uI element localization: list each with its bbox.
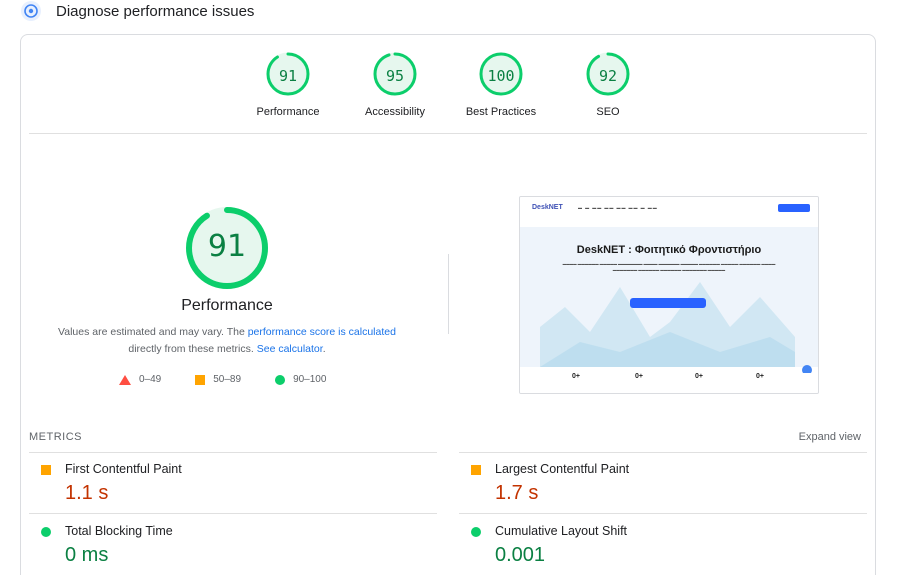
metric-name: Largest Contentful Paint xyxy=(495,462,630,476)
gauge-best-practices[interactable]: 100 Best Practices xyxy=(451,51,551,118)
metric-value: 0 ms xyxy=(65,544,109,566)
screenshot-stat: 0+ xyxy=(572,373,580,380)
expand-view-button[interactable]: Expand view xyxy=(799,431,861,443)
circle-icon xyxy=(275,374,286,385)
gauge-score: 100 xyxy=(487,67,515,85)
circle-icon xyxy=(41,527,51,537)
gauge-label: Performance xyxy=(256,106,320,118)
see-calculator-link[interactable]: See calculator xyxy=(257,343,323,355)
gauge-score: 95 xyxy=(385,67,405,85)
circle-icon xyxy=(471,527,481,537)
screenshot-cta-button xyxy=(630,298,706,308)
gauge-accessibility[interactable]: 95 Accessibility xyxy=(345,51,445,118)
metric-value: 0.001 xyxy=(495,544,546,566)
metrics-heading: METRICS xyxy=(29,431,82,443)
gauge-seo[interactable]: 92 SEO xyxy=(558,51,658,118)
gauge-label: Best Practices xyxy=(465,106,537,118)
metric-fcp: First Contentful Paint 1.1 s xyxy=(29,455,409,515)
gauge-label: SEO xyxy=(596,106,620,118)
page-title: Diagnose performance issues xyxy=(56,2,255,20)
divider xyxy=(459,513,867,514)
desc-text: Values are estimated and may vary. The xyxy=(58,326,248,338)
screenshot-navbar: DeskNET ▬ ▬ ▬▬ ▬▬ ▬▬ ▬▬ ▬ ▬▬ xyxy=(520,197,818,227)
metric-value: 1.1 s xyxy=(65,482,109,504)
square-icon xyxy=(471,465,481,475)
legend-pass: 90–100 xyxy=(275,374,326,385)
metric-tbt: Total Blocking Time 0 ms xyxy=(29,517,409,575)
gauge-label: Accessibility xyxy=(365,106,425,118)
page-screenshot[interactable]: DeskNET ▬ ▬ ▬▬ ▬▬ ▬▬ ▬▬ ▬ ▬▬ DeskNET : Φ… xyxy=(519,196,819,394)
performance-description: Values are estimated and may vary. The p… xyxy=(41,324,413,358)
metric-name: First Contentful Paint xyxy=(65,462,182,476)
screenshot-nav-button xyxy=(778,204,810,212)
divider xyxy=(29,513,437,514)
legend-fail-label: 0–49 xyxy=(139,374,162,385)
square-icon xyxy=(195,374,206,385)
square-icon xyxy=(41,465,51,475)
divider xyxy=(29,452,437,453)
triangle-icon xyxy=(119,374,131,385)
metric-name: Cumulative Layout Shift xyxy=(495,524,628,538)
screenshot-stat: 0+ xyxy=(756,373,764,380)
divider xyxy=(459,452,867,453)
performance-score: 91 xyxy=(207,229,247,264)
performance-title: Performance xyxy=(181,297,273,314)
score-legend: 0–49 50–89 90–100 xyxy=(119,374,360,385)
screenshot-title: DeskNET : Φοιτητικό Φροντιστήριο xyxy=(576,244,762,256)
vertical-divider xyxy=(448,254,449,334)
report-card: 91 Performance 95 Accessibility 100 Best… xyxy=(20,34,876,575)
legend-average-label: 50–89 xyxy=(213,374,242,385)
legend-average: 50–89 xyxy=(195,374,241,385)
screenshot-logo: DeskNET xyxy=(532,204,563,211)
gauge-performance[interactable]: 91 Performance xyxy=(238,51,338,118)
metric-lcp: Largest Contentful Paint 1.7 s xyxy=(459,455,839,515)
screenshot-stat: 0+ xyxy=(695,373,703,380)
legend-fail: 0–49 xyxy=(119,374,161,385)
metric-name: Total Blocking Time xyxy=(65,524,173,538)
screenshot-subtitle: ▬▬▬▬ ▬▬▬▬▬▬ ▬▬▬▬▬ ▬▬▬▬▬▬▬ ▬▬▬▬ ▬▬▬▬▬▬ ▬▬… xyxy=(562,262,776,272)
speedometer-icon xyxy=(20,0,42,22)
section-header: Diagnose performance issues xyxy=(20,0,254,22)
divider xyxy=(29,133,867,134)
gauge-score: 91 xyxy=(278,67,298,85)
gauge-score: 92 xyxy=(598,67,618,85)
metric-cls: Cumulative Layout Shift 0.001 xyxy=(459,517,839,575)
performance-gauge: 91 xyxy=(184,205,270,291)
desc-text: . xyxy=(322,343,326,355)
metric-value: 1.7 s xyxy=(495,482,539,504)
desc-text: directly from these metrics. xyxy=(128,343,257,355)
screenshot-stat: 0+ xyxy=(635,373,643,380)
screenshot-nav-links: ▬ ▬ ▬▬ ▬▬ ▬▬ ▬▬ ▬ ▬▬ xyxy=(578,205,658,210)
legend-pass-label: 90–100 xyxy=(293,374,327,385)
category-gauges: 91 Performance 95 Accessibility 100 Best… xyxy=(21,51,875,133)
performance-score-link[interactable]: performance score is calculated xyxy=(248,326,396,338)
screenshot-stats: 0+ 0+ 0+ 0+ xyxy=(520,373,818,393)
